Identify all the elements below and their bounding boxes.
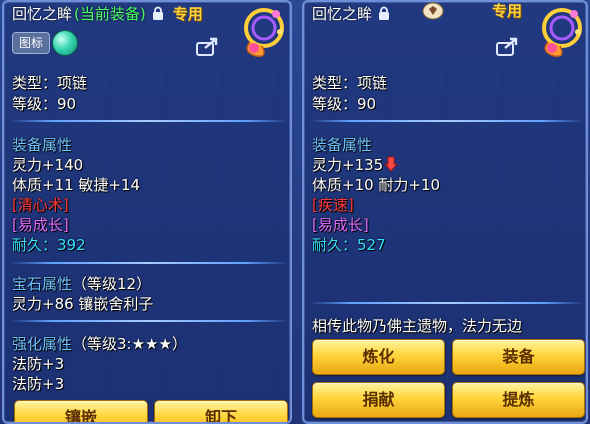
arrow-down-icon	[384, 156, 399, 172]
forge-header: 强化属性	[12, 335, 73, 353]
lock-icon[interactable]	[151, 6, 165, 21]
diamond-icon	[422, 2, 444, 20]
gem-line: 灵力+86 镶嵌舍利子	[12, 295, 154, 313]
inlay-button[interactable]: 镶嵌	[14, 400, 148, 422]
compare-item-tooltip: 回忆之眸 专用 类型：项链 等级：90 装备属性 灵力+135 体质+10 耐力…	[302, 0, 588, 424]
durability: 耐久：392	[12, 236, 86, 254]
forge-level: （等级3:★★★）	[72, 335, 187, 353]
divider	[10, 320, 288, 322]
exclusive-tag: 专用	[172, 4, 203, 23]
share-icon[interactable]	[496, 36, 520, 56]
attr-header: 装备属性	[312, 136, 373, 154]
special-effect: [易成长]	[12, 216, 69, 234]
attr-line: 体质+11 敏捷+14	[12, 176, 141, 194]
item-name: 回忆之眸	[12, 4, 73, 23]
special-skill: [疾速]	[312, 196, 354, 214]
forge-line: 法防+3	[12, 355, 65, 373]
attr-header: 装备属性	[12, 136, 73, 154]
durability: 耐久：527	[312, 236, 386, 254]
equip-button[interactable]: 装备	[452, 339, 585, 375]
item-type: 类型：项链	[312, 74, 388, 92]
equipped-tag: (当前装备)	[74, 4, 146, 23]
gem-section: 宝石属性（等级12）	[12, 273, 151, 294]
attr-line-text: 灵力+135	[312, 156, 384, 174]
item-type: 类型：项链	[12, 74, 88, 92]
item-name: 回忆之眸	[312, 4, 373, 23]
icon-toggle[interactable]	[52, 30, 78, 56]
attr-line: 灵力+140	[12, 156, 84, 174]
necklace-item-icon	[530, 2, 586, 60]
special-effect: [易成长]	[312, 216, 369, 234]
donate-button[interactable]: 捐献	[312, 382, 445, 418]
item-level: 等级：90	[12, 95, 77, 113]
divider	[310, 120, 584, 122]
item-level: 等级：90	[312, 95, 377, 113]
gem-header: 宝石属性	[12, 275, 73, 293]
share-icon[interactable]	[196, 36, 220, 56]
necklace-item-icon	[232, 2, 290, 60]
gem-level: （等级12）	[72, 275, 152, 293]
icon-badge[interactable]: 图标	[12, 32, 51, 54]
divider	[310, 302, 584, 304]
forge-line: 法防+3	[12, 375, 65, 393]
equipped-item-tooltip: 回忆之眸 (当前装备) 专用 图标 类型：项链 等级：90 装备属性 灵力+14…	[2, 0, 292, 424]
unequip-button[interactable]: 卸下	[154, 400, 288, 422]
refine-button[interactable]: 炼化	[312, 339, 445, 375]
item-title: 回忆之眸 (当前装备) 专用	[12, 2, 203, 24]
item-title: 回忆之眸	[312, 2, 391, 24]
special-skill: [清心术]	[12, 196, 69, 214]
divider	[10, 120, 288, 122]
exclusive-tag: 专用	[492, 2, 523, 20]
item-description: 相传此物乃佛主遗物，法力无边	[312, 317, 523, 335]
forge-section: 强化属性（等级3:★★★）	[12, 333, 187, 354]
lock-icon[interactable]	[377, 6, 391, 21]
divider	[10, 262, 288, 264]
attr-line: 灵力+135	[312, 154, 399, 175]
icon-badge-label: 图标	[19, 36, 44, 50]
extract-button[interactable]: 提炼	[452, 382, 585, 418]
attr-line: 体质+10 耐力+10	[312, 176, 441, 194]
